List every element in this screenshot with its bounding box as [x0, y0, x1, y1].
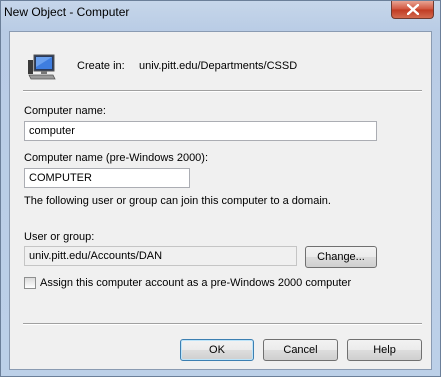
dialog-body: Create in: univ.pitt.edu/Departments/CSS…: [9, 31, 432, 370]
help-button[interactable]: Help: [347, 339, 422, 361]
computer-icon: [28, 54, 56, 80]
separator-bottom: [23, 323, 422, 325]
pre2000-name-input[interactable]: COMPUTER: [24, 168, 190, 188]
computer-name-label: Computer name:: [24, 105, 106, 117]
separator-top: [23, 90, 422, 92]
computer-name-input[interactable]: computer: [24, 121, 377, 141]
close-icon: [407, 4, 419, 15]
window-title: New Object - Computer: [4, 5, 130, 19]
ok-button[interactable]: OK: [180, 339, 254, 361]
user-group-label: User or group:: [24, 231, 95, 243]
create-in-path: univ.pitt.edu/Departments/CSSD: [139, 60, 298, 72]
close-button[interactable]: [391, 1, 434, 19]
assign-pre2000-checkbox[interactable]: [24, 277, 36, 289]
user-group-field: univ.pitt.edu/Accounts/DAN: [24, 246, 297, 266]
change-button[interactable]: Change...: [305, 246, 377, 268]
create-in-label: Create in:: [77, 60, 125, 72]
title-bar[interactable]: New Object - Computer: [1, 1, 440, 23]
cancel-button[interactable]: Cancel: [263, 339, 338, 361]
join-info-text: The following user or group can join thi…: [24, 195, 331, 207]
dialog-window: New Object - Computer Create in: univ.pi…: [0, 0, 441, 377]
assign-pre2000-label[interactable]: Assign this computer account as a pre-Wi…: [40, 277, 351, 289]
pre2000-name-label: Computer name (pre-Windows 2000):: [24, 152, 209, 164]
